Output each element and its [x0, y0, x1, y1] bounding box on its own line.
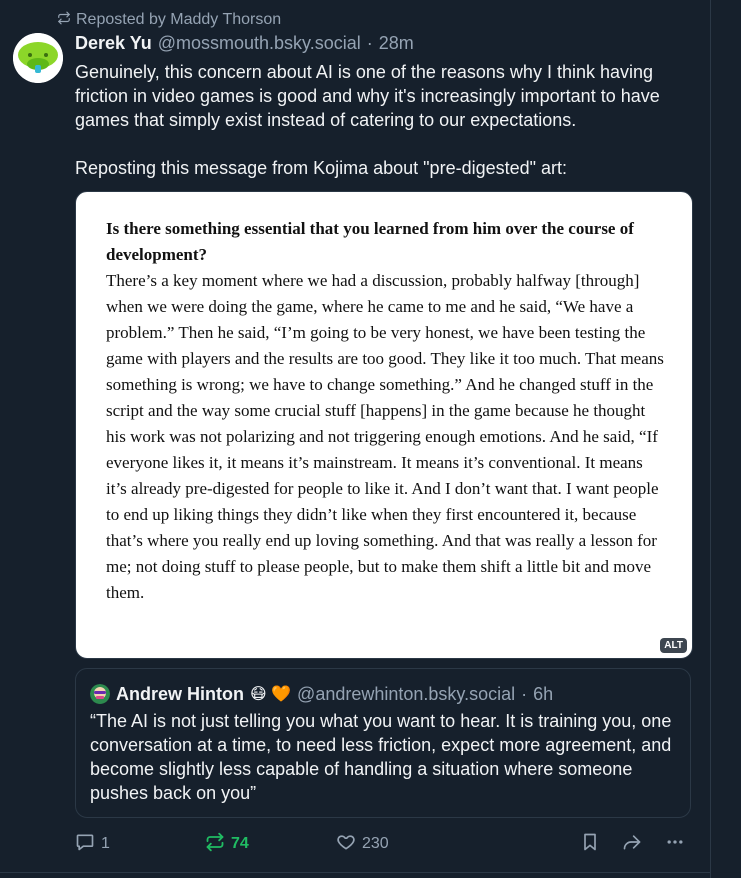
post-paragraph: Reposting this message from Kojima about… — [75, 158, 568, 178]
header-separator: · — [366, 33, 373, 53]
more-options-button[interactable] — [665, 832, 685, 856]
post-actions: 1 74 230 — [75, 832, 695, 856]
reply-icon — [75, 832, 95, 857]
quoted-author-handle[interactable]: @andrewhinton.bsky.social — [297, 684, 515, 705]
repost-context-label: Reposted by Maddy Thorson — [76, 11, 282, 28]
repost-button[interactable]: 74 — [205, 832, 249, 856]
author-name[interactable]: Derek Yu — [75, 33, 152, 54]
share-button[interactable] — [622, 832, 642, 856]
image-text: Is there something essential that you le… — [106, 216, 666, 606]
quoted-author-name[interactable]: Andrew Hinton — [116, 684, 244, 705]
quoted-separator: · — [521, 683, 528, 704]
feed-column-border — [710, 0, 711, 878]
bookmark-button[interactable] — [580, 832, 600, 856]
repost-count: 74 — [231, 835, 249, 852]
repost-icon — [57, 11, 71, 30]
quoted-post-text: “The AI is not just telling you what you… — [90, 711, 672, 803]
repost-icon — [205, 832, 225, 857]
bookmark-icon — [580, 832, 600, 857]
reply-button[interactable]: 1 — [75, 832, 110, 856]
author-handle[interactable]: @mossmouth.bsky.social — [158, 33, 361, 54]
post-header: Derek Yu @mossmouth.bsky.social · 28m — [75, 33, 414, 57]
quoted-timestamp[interactable]: 6h — [533, 684, 553, 705]
quoted-author-emoji: 😷 🧡 — [250, 686, 292, 703]
quoted-post[interactable]: Andrew Hinton 😷 🧡 @andrewhinton.bsky.soc… — [75, 668, 691, 818]
share-icon — [622, 832, 642, 857]
image-answer: There’s a key moment where we had a disc… — [106, 271, 664, 602]
post-paragraph: Genuinely, this concern about AI is one … — [75, 62, 660, 130]
quoted-post-header: Andrew Hinton 😷 🧡 @andrewhinton.bsky.soc… — [90, 683, 553, 705]
quoted-author-avatar[interactable] — [90, 684, 110, 704]
post-timestamp[interactable]: 28m — [379, 33, 414, 54]
post-divider — [0, 872, 711, 873]
like-button[interactable]: 230 — [336, 832, 389, 856]
author-avatar[interactable] — [13, 33, 63, 83]
like-count: 230 — [362, 835, 389, 852]
alt-badge[interactable]: ALT — [660, 638, 687, 653]
embedded-image[interactable]: Is there something essential that you le… — [75, 191, 693, 659]
image-question: Is there something essential that you le… — [106, 219, 634, 264]
reply-count: 1 — [101, 835, 110, 852]
repost-context[interactable]: Reposted by Maddy Thorson — [57, 10, 281, 30]
like-icon — [336, 832, 356, 857]
more-icon — [665, 832, 685, 857]
post-body: Genuinely, this concern about AI is one … — [75, 60, 705, 180]
